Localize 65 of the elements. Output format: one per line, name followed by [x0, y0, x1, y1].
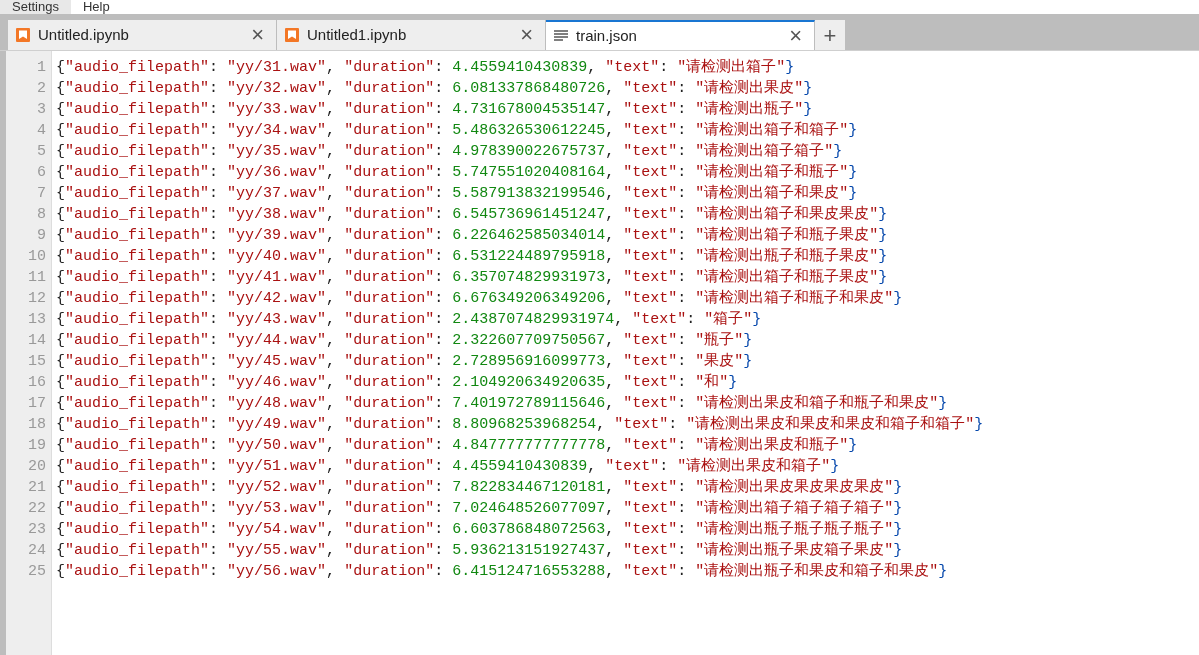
code-line: {"audio_filepath": "yy/44.wav", "duration": 2.322607709750567, "text": "瓶子"}	[56, 331, 753, 351]
editor-tab[interactable]: Untitled1.ipynb ×	[277, 20, 546, 50]
code-line: {"audio_filepath": "yy/54.wav", "duration": 6.603786848072563, "text": "请检测出瓶子瓶子瓶子瓶子"}	[56, 519, 903, 540]
code-line: {"audio_filepath": "yy/52.wav", "duration": 7.822834467120181, "text": "请检测出果皮果皮果皮果皮"}	[56, 477, 903, 498]
line-number: 11	[28, 268, 46, 288]
code-line: {"audio_filepath": "yy/31.wav", "duration": 4.4559410430839, "text": "请检测出箱子"}	[56, 57, 795, 78]
line-number: 9	[37, 226, 46, 246]
code-line: {"audio_filepath": "yy/45.wav", "duration": 2.728956916099773, "text": "果皮"}	[56, 351, 753, 372]
tab-label: train.json	[576, 25, 638, 46]
code-line: {"audio_filepath": "yy/56.wav", "duration": 6.415124716553288, "text": "请检测出瓶子和果皮和箱子和果皮"}	[56, 561, 948, 582]
code-line: {"audio_filepath": "yy/38.wav", "duration": 6.545736961451247, "text": "请检测出箱子和果皮果皮"}	[56, 204, 888, 225]
close-icon[interactable]: ×	[789, 25, 806, 47]
code-line: {"audio_filepath": "yy/41.wav", "duration": 6.357074829931973, "text": "请检测出箱子和瓶子果皮"}	[56, 267, 888, 288]
line-number: 6	[37, 163, 46, 183]
line-number: 15	[28, 352, 46, 372]
code-line: {"audio_filepath": "yy/42.wav", "duration": 6.676349206349206, "text": "请检测出箱子和瓶子和果皮"}	[56, 288, 903, 309]
notebook-icon	[285, 28, 299, 42]
menu-item[interactable]: Help	[71, 0, 122, 14]
line-number: 13	[28, 310, 46, 330]
line-number: 17	[28, 394, 46, 414]
line-number: 12	[28, 289, 46, 309]
line-number: 23	[28, 520, 46, 540]
menu-item[interactable]: Settings	[0, 0, 71, 14]
code-line: {"audio_filepath": "yy/33.wav", "duration": 4.731678004535147, "text": "请检测出瓶子"}	[56, 99, 813, 120]
line-number: 8	[37, 205, 46, 225]
line-number: 3	[37, 100, 46, 120]
close-icon[interactable]: ×	[251, 24, 268, 46]
text-file-icon	[554, 30, 568, 42]
line-number: 19	[28, 436, 46, 456]
code-line: {"audio_filepath": "yy/53.wav", "duration": 7.024648526077097, "text": "请检测出箱子箱子箱子箱子"}	[56, 498, 903, 519]
code-line: {"audio_filepath": "yy/36.wav", "duration": 5.747551020408164, "text": "请检测出箱子和瓶子"}	[56, 162, 858, 183]
tab-label: Untitled1.ipynb	[307, 24, 408, 45]
line-number: 5	[37, 142, 46, 162]
code-line: {"audio_filepath": "yy/48.wav", "duration": 7.401972789115646, "text": "请检测出果皮和箱子和瓶子和果皮"}	[56, 393, 948, 414]
line-number: 21	[28, 478, 46, 498]
code-line: {"audio_filepath": "yy/40.wav", "duration": 6.531224489795918, "text": "请检测出瓶子和瓶子果皮"}	[56, 246, 888, 267]
close-icon[interactable]: ×	[520, 24, 537, 46]
line-number: 4	[37, 121, 46, 141]
tab-label: Untitled.ipynb	[38, 24, 130, 45]
code-line: {"audio_filepath": "yy/35.wav", "duration": 4.978390022675737, "text": "请检测出箱子箱子"}	[56, 141, 843, 162]
code-line: {"audio_filepath": "yy/46.wav", "duration": 2.104920634920635, "text": "和"}	[56, 372, 738, 393]
line-number: 18	[28, 415, 46, 435]
code-line: {"audio_filepath": "yy/43.wav", "duration": 2.4387074829931974, "text": "箱子"}	[56, 310, 762, 330]
line-number: 14	[28, 331, 46, 351]
code-line: {"audio_filepath": "yy/50.wav", "duration": 4.847777777777778, "text": "请检测出果皮和瓶子"}	[56, 435, 858, 456]
line-number: 20	[28, 457, 46, 477]
code-line: {"audio_filepath": "yy/34.wav", "duration": 5.486326530612245, "text": "请检测出箱子和箱子"}	[56, 120, 858, 141]
editor-tab[interactable]: Untitled.ipynb ×	[8, 20, 277, 50]
code-line: {"audio_filepath": "yy/55.wav", "duration": 5.936213151927437, "text": "请检测出瓶子果皮箱子果皮"}	[56, 540, 903, 561]
line-number: 7	[37, 184, 46, 204]
code-line: {"audio_filepath": "yy/32.wav", "duration": 6.081337868480726, "text": "请检测出果皮"}	[56, 78, 813, 99]
line-number: 25	[28, 562, 46, 582]
code-line: {"audio_filepath": "yy/49.wav", "duration": 8.80968253968254, "text": "请检测出果皮和果皮和果皮和箱子和箱子"}	[56, 414, 984, 435]
line-number: 2	[37, 79, 46, 99]
line-number: 1	[37, 58, 46, 78]
code-line: {"audio_filepath": "yy/37.wav", "duration": 5.587913832199546, "text": "请检测出箱子和果皮"}	[56, 183, 858, 204]
notebook-icon	[16, 28, 30, 42]
code-line: {"audio_filepath": "yy/51.wav", "duration": 4.4559410430839, "text": "请检测出果皮和箱子"}	[56, 456, 840, 477]
line-number: 24	[28, 541, 46, 561]
code-line: {"audio_filepath": "yy/39.wav", "duration": 6.226462585034014, "text": "请检测出箱子和瓶子果皮"}	[56, 225, 888, 246]
line-number: 22	[28, 499, 46, 519]
editor-tab[interactable]: train.json ×	[546, 20, 815, 50]
line-number: 16	[28, 373, 46, 393]
line-number: 10	[28, 247, 46, 267]
new-tab-button[interactable]: +	[815, 20, 845, 50]
